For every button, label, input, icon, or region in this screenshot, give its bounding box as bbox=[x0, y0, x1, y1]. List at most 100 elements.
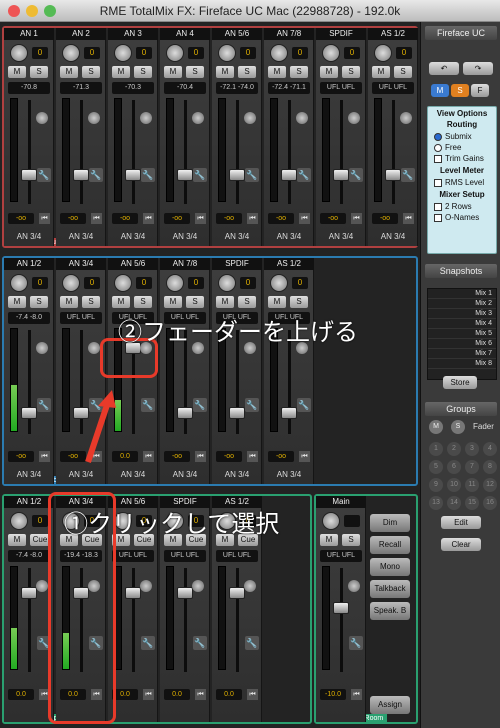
snapshot-item[interactable]: Mix 8 bbox=[428, 359, 496, 369]
volume-fader[interactable] bbox=[21, 169, 37, 182]
mute-button[interactable]: M bbox=[112, 296, 130, 308]
volume-fader[interactable] bbox=[281, 406, 297, 419]
output-assign[interactable]: AN 3/4 bbox=[212, 468, 262, 482]
channel-name[interactable]: AN 2 bbox=[56, 28, 106, 40]
output-assign[interactable]: AN 3/4 bbox=[264, 230, 314, 244]
mute-button[interactable]: M bbox=[268, 296, 286, 308]
trim-knob[interactable] bbox=[114, 274, 132, 292]
pan-knob[interactable] bbox=[36, 342, 48, 354]
group-slot[interactable]: 13 bbox=[429, 496, 443, 510]
expand-arrow-icon[interactable]: ⏮ bbox=[195, 689, 206, 700]
channel-name[interactable]: AN 1 bbox=[4, 28, 54, 40]
pan-knob[interactable] bbox=[140, 580, 152, 592]
solo-button[interactable]: S bbox=[290, 296, 308, 308]
control-room-recall-button[interactable]: Recall bbox=[370, 536, 410, 554]
channel-name[interactable]: AN 5/6 bbox=[212, 28, 262, 40]
wrench-icon[interactable]: 🔧 bbox=[349, 636, 363, 650]
group-slot[interactable]: 8 bbox=[483, 460, 497, 474]
pan-knob[interactable] bbox=[88, 112, 100, 124]
volume-fader[interactable] bbox=[177, 169, 193, 182]
trim-knob[interactable] bbox=[270, 274, 288, 292]
mute-button[interactable]: M bbox=[320, 66, 338, 78]
groups-solo-button[interactable]: S bbox=[451, 420, 465, 434]
channel-name[interactable]: AS 1/2 bbox=[264, 258, 314, 270]
group-slot[interactable]: 14 bbox=[447, 496, 461, 510]
mode-s-button[interactable]: S bbox=[451, 84, 469, 97]
wrench-icon[interactable]: 🔧 bbox=[297, 398, 311, 412]
solo-button[interactable]: S bbox=[30, 66, 48, 78]
trim-knob[interactable] bbox=[270, 44, 288, 62]
pan-knob[interactable] bbox=[192, 580, 204, 592]
wrench-icon[interactable]: 🔧 bbox=[141, 636, 155, 650]
minimize-window-button[interactable] bbox=[26, 5, 38, 17]
wrench-icon[interactable]: 🔧 bbox=[245, 398, 259, 412]
volume-fader[interactable] bbox=[73, 169, 89, 182]
group-slot[interactable]: 16 bbox=[483, 496, 497, 510]
channel-name[interactable]: AN 3/4 bbox=[56, 258, 106, 270]
groups-clear-button[interactable]: Clear bbox=[441, 538, 481, 551]
mute-button[interactable]: M bbox=[8, 66, 26, 78]
wrench-icon[interactable]: 🔧 bbox=[245, 168, 259, 182]
volume-fader[interactable] bbox=[229, 406, 245, 419]
expand-arrow-icon[interactable]: ⏮ bbox=[143, 213, 154, 224]
pan-knob[interactable] bbox=[192, 112, 204, 124]
channel-name[interactable]: AN 7/8 bbox=[264, 28, 314, 40]
expand-arrow-icon[interactable]: ⏮ bbox=[247, 689, 258, 700]
mute-button[interactable]: M bbox=[164, 66, 182, 78]
submix-radio[interactable]: Submix bbox=[434, 131, 496, 142]
expand-arrow-icon[interactable]: ⏮ bbox=[195, 451, 206, 462]
close-window-button[interactable] bbox=[8, 5, 20, 17]
output-assign[interactable]: AN 3/4 bbox=[108, 230, 158, 244]
output-assign[interactable]: AN 3/4 bbox=[108, 468, 158, 482]
mute-button[interactable]: M bbox=[60, 296, 78, 308]
expand-arrow-icon[interactable]: ⏮ bbox=[195, 213, 206, 224]
redo-button[interactable]: ↷ bbox=[463, 62, 493, 75]
expand-arrow-icon[interactable]: ⏮ bbox=[247, 213, 258, 224]
output-assign[interactable]: AN 3/4 bbox=[56, 230, 106, 244]
expand-arrow-icon[interactable]: ⏮ bbox=[39, 213, 50, 224]
trim-gains-checkbox[interactable]: Trim Gains bbox=[434, 153, 496, 164]
snapshot-item[interactable]: Mix 2 bbox=[428, 299, 496, 309]
solo-button[interactable]: S bbox=[82, 66, 100, 78]
solo-button[interactable]: S bbox=[342, 66, 360, 78]
wrench-icon[interactable]: 🔧 bbox=[193, 398, 207, 412]
pan-knob[interactable] bbox=[88, 342, 100, 354]
volume-fader[interactable] bbox=[385, 169, 401, 182]
zoom-window-button[interactable] bbox=[44, 5, 56, 17]
volume-fader[interactable] bbox=[177, 406, 193, 419]
group-slot[interactable]: 3 bbox=[465, 442, 479, 456]
output-assign[interactable]: AN 3/4 bbox=[160, 468, 210, 482]
channel-name[interactable]: AN 1/2 bbox=[4, 496, 54, 508]
volume-fader[interactable] bbox=[333, 601, 349, 614]
trim-knob[interactable] bbox=[218, 274, 236, 292]
expand-arrow-icon[interactable]: ⏮ bbox=[247, 451, 258, 462]
solo-button[interactable]: S bbox=[238, 66, 256, 78]
expand-arrow-icon[interactable]: ⏮ bbox=[299, 451, 310, 462]
channel-name[interactable]: AN 3 bbox=[108, 28, 158, 40]
solo-button[interactable]: S bbox=[30, 296, 48, 308]
expand-arrow-icon[interactable]: ⏮ bbox=[351, 213, 362, 224]
channel-name[interactable]: SPDIF bbox=[316, 28, 366, 40]
groups-mute-button[interactable]: M bbox=[429, 420, 443, 434]
output-assign[interactable]: AN 3/4 bbox=[160, 230, 210, 244]
volume-fader[interactable] bbox=[125, 169, 141, 182]
output-assign[interactable]: AN 3/4 bbox=[316, 230, 366, 244]
solo-button[interactable]: S bbox=[342, 534, 360, 546]
mode-m-button[interactable]: M bbox=[431, 84, 449, 97]
mute-button[interactable]: M bbox=[372, 66, 390, 78]
wrench-icon[interactable]: 🔧 bbox=[401, 168, 415, 182]
mute-button[interactable]: M bbox=[8, 296, 26, 308]
volume-fader[interactable] bbox=[125, 587, 141, 600]
expand-arrow-icon[interactable]: ⏮ bbox=[143, 689, 154, 700]
output-assign[interactable]: AN 3/4 bbox=[4, 230, 54, 244]
expand-arrow-icon[interactable]: ⏮ bbox=[299, 213, 310, 224]
free-radio[interactable]: Free bbox=[434, 142, 496, 153]
wrench-icon[interactable]: 🔧 bbox=[297, 168, 311, 182]
rms-level-checkbox[interactable]: RMS Level bbox=[434, 177, 496, 188]
mute-button[interactable]: M bbox=[268, 66, 286, 78]
wrench-icon[interactable]: 🔧 bbox=[89, 168, 103, 182]
mute-button[interactable]: M bbox=[164, 296, 182, 308]
wrench-icon[interactable]: 🔧 bbox=[193, 636, 207, 650]
channel-name[interactable]: AS 1/2 bbox=[368, 28, 418, 40]
volume-fader[interactable] bbox=[177, 587, 193, 600]
